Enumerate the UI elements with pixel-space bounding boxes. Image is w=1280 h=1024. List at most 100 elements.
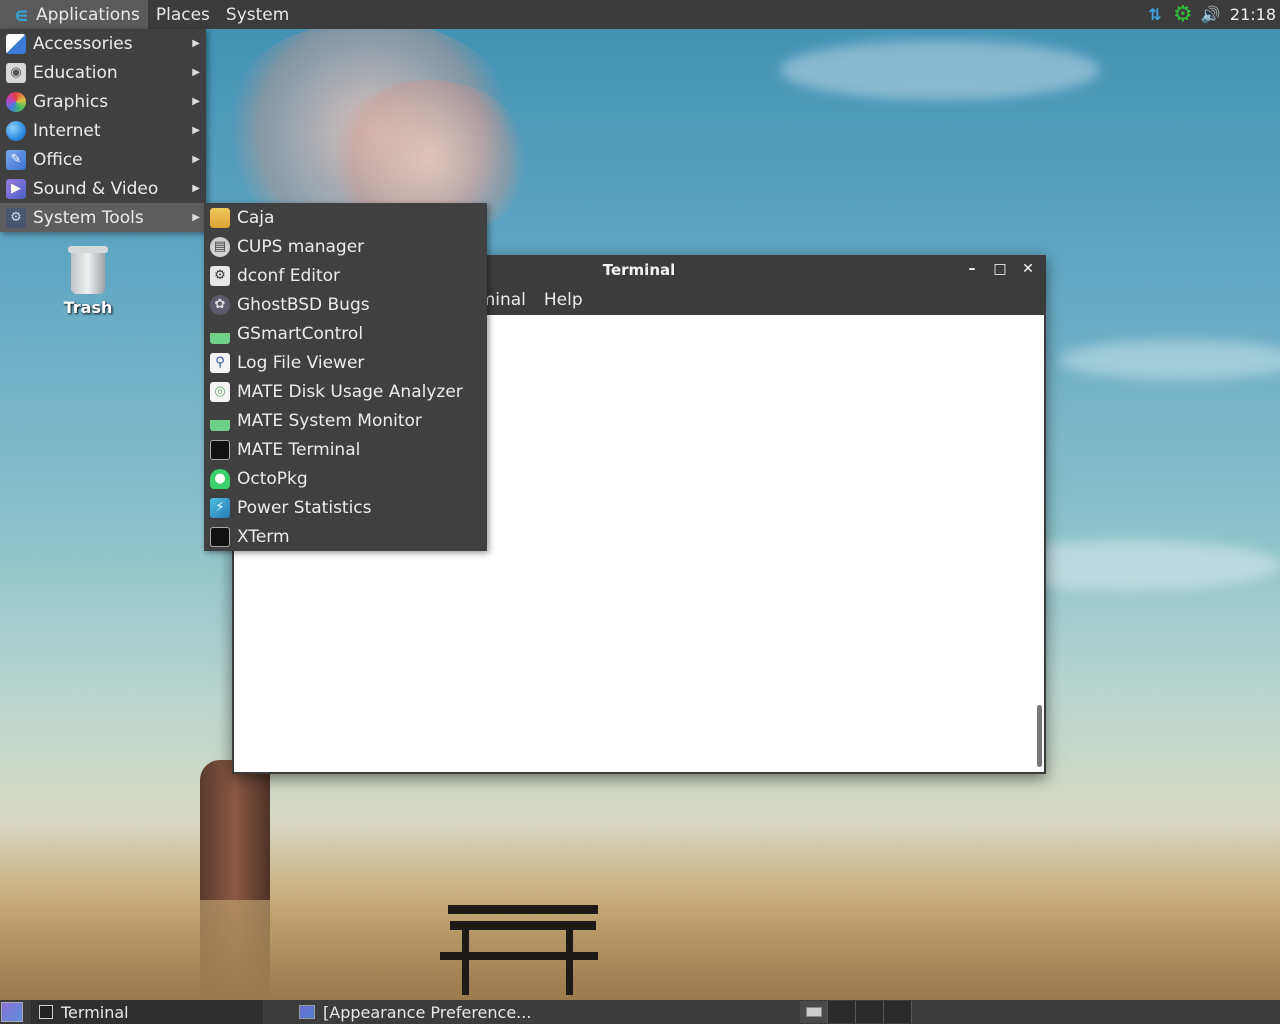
menu-item-label: XTerm bbox=[237, 526, 290, 547]
menu-item-caja[interactable]: Caja bbox=[204, 203, 487, 232]
appearance-icon bbox=[299, 1005, 315, 1019]
graphics-icon bbox=[6, 91, 26, 112]
chevron-right-icon: ▶ bbox=[192, 96, 200, 107]
taskbar-item-appearance[interactable]: [Appearance Preference... bbox=[291, 1000, 551, 1024]
menu-item-mate-system-monitor[interactable]: MATE System Monitor bbox=[204, 406, 487, 435]
printer-icon: ▤ bbox=[210, 236, 230, 257]
accessories-icon bbox=[6, 33, 26, 54]
wallpaper-bench-leg bbox=[566, 925, 573, 995]
maximize-icon[interactable]: □ bbox=[992, 259, 1008, 279]
applications-menu-button[interactable]: ∊ Applications bbox=[0, 0, 148, 29]
workspace-window-thumb bbox=[805, 1007, 822, 1017]
menu-item-label: Sound & Video bbox=[33, 178, 159, 199]
menu-item-label: Caja bbox=[237, 207, 275, 228]
gsmartcontrol-icon bbox=[210, 323, 230, 344]
log-viewer-icon: ⚲ bbox=[210, 352, 230, 373]
ghostbsd-logo-icon: ∊ bbox=[14, 2, 29, 27]
menu-item-graphics[interactable]: Graphics ▶ bbox=[0, 87, 206, 116]
menu-item-mate-disk-usage-analyzer[interactable]: ◎ MATE Disk Usage Analyzer bbox=[204, 377, 487, 406]
menu-item-octopkg[interactable]: ● OctoPkg bbox=[204, 464, 487, 493]
chevron-right-icon: ▶ bbox=[192, 183, 200, 194]
menu-item-label: Office bbox=[33, 149, 83, 170]
menu-item-ghostbsd-bugs[interactable]: ✿ GhostBSD Bugs bbox=[204, 290, 487, 319]
clock[interactable]: 21:18 bbox=[1230, 5, 1276, 24]
applications-label: Applications bbox=[36, 4, 140, 25]
workspace-switcher bbox=[800, 1001, 912, 1023]
menu-item-label: System Tools bbox=[33, 207, 144, 228]
folder-icon bbox=[210, 207, 230, 228]
chevron-right-icon: ▶ bbox=[192, 125, 200, 136]
terminal-scrollbar[interactable] bbox=[1037, 705, 1042, 767]
system-menu-button[interactable]: System bbox=[218, 0, 297, 29]
show-desktop-icon[interactable] bbox=[1, 1002, 23, 1022]
bottom-panel: Terminal [Appearance Preference... bbox=[0, 1000, 1280, 1024]
education-icon: ◉ bbox=[6, 62, 26, 83]
chevron-right-icon: ▶ bbox=[192, 38, 200, 49]
workspace-1[interactable] bbox=[800, 1001, 828, 1023]
menu-item-office[interactable]: ✎ Office ▶ bbox=[0, 145, 206, 174]
bugs-icon: ✿ bbox=[210, 294, 230, 315]
menu-item-label: MATE Disk Usage Analyzer bbox=[237, 381, 463, 402]
menu-item-log-file-viewer[interactable]: ⚲ Log File Viewer bbox=[204, 348, 487, 377]
menu-item-label: Education bbox=[33, 62, 118, 83]
menu-item-internet[interactable]: Internet ▶ bbox=[0, 116, 206, 145]
octopkg-icon: ● bbox=[210, 468, 230, 489]
menu-item-label: CUPS manager bbox=[237, 236, 365, 257]
menu-item-dconf-editor[interactable]: ⚙ dconf Editor bbox=[204, 261, 487, 290]
menu-item-power-statistics[interactable]: ⚡ Power Statistics bbox=[204, 493, 487, 522]
update-gear-icon[interactable]: ⚙ bbox=[1172, 2, 1194, 27]
internet-icon bbox=[6, 120, 26, 141]
menu-item-label: Internet bbox=[33, 120, 101, 141]
power-stats-icon: ⚡ bbox=[210, 497, 230, 518]
menu-item-label: Accessories bbox=[33, 33, 133, 54]
menu-item-label: Power Statistics bbox=[237, 497, 372, 518]
top-panel: ∊ Applications Places System ⇅ ⚙ 🔊 21:18 bbox=[0, 0, 1280, 29]
trash-desktop-icon[interactable]: Trash bbox=[60, 246, 116, 317]
window-title: Terminal bbox=[602, 261, 676, 279]
menu-item-xterm[interactable]: XTerm bbox=[204, 522, 487, 551]
xterm-icon bbox=[210, 526, 230, 547]
menu-item-label: dconf Editor bbox=[237, 265, 341, 286]
menu-item-cups-manager[interactable]: ▤ CUPS manager bbox=[204, 232, 487, 261]
network-icon[interactable]: ⇅ bbox=[1144, 4, 1166, 26]
wallpaper-bench bbox=[448, 905, 598, 914]
minimize-icon[interactable]: – bbox=[964, 259, 980, 279]
close-icon[interactable]: ✕ bbox=[1020, 259, 1036, 279]
menu-item-label: OctoPkg bbox=[237, 468, 308, 489]
applications-menu: Accessories ▶ ◉ Education ▶ Graphics ▶ I… bbox=[0, 29, 206, 232]
system-tools-submenu: Caja ▤ CUPS manager ⚙ dconf Editor ✿ Gho… bbox=[204, 203, 487, 551]
workspace-2[interactable] bbox=[828, 1001, 856, 1023]
menu-item-education[interactable]: ◉ Education ▶ bbox=[0, 58, 206, 87]
wallpaper-cloud bbox=[780, 40, 1100, 100]
office-icon: ✎ bbox=[6, 149, 26, 170]
terminal-icon bbox=[39, 1005, 53, 1019]
places-menu-button[interactable]: Places bbox=[148, 0, 218, 29]
taskbar-item-terminal[interactable]: Terminal bbox=[31, 1000, 263, 1024]
menu-item-label: Log File Viewer bbox=[237, 352, 365, 373]
system-tray: ⇅ ⚙ 🔊 21:18 bbox=[1144, 0, 1280, 29]
menu-item-mate-terminal[interactable]: MATE Terminal bbox=[204, 435, 487, 464]
menu-item-system-tools[interactable]: ⚙ System Tools ▶ bbox=[0, 203, 206, 232]
window-controls: – □ ✕ bbox=[964, 259, 1036, 279]
menu-item-label: GSmartControl bbox=[237, 323, 364, 344]
wallpaper-bench-leg bbox=[462, 925, 469, 995]
chevron-right-icon: ▶ bbox=[192, 212, 200, 223]
menu-item-gsmartcontrol[interactable]: GSmartControl bbox=[204, 319, 487, 348]
wallpaper-ground bbox=[0, 900, 1280, 1000]
menu-item-label: Graphics bbox=[33, 91, 109, 112]
menu-item-accessories[interactable]: Accessories ▶ bbox=[0, 29, 206, 58]
menu-help[interactable]: Help bbox=[544, 290, 583, 310]
menu-item-label: MATE Terminal bbox=[237, 439, 361, 460]
menu-item-label: MATE System Monitor bbox=[237, 410, 422, 431]
menu-item-sound-video[interactable]: ▶ Sound & Video ▶ bbox=[0, 174, 206, 203]
taskbar-item-label: Terminal bbox=[61, 1002, 129, 1022]
trash-icon bbox=[68, 246, 108, 294]
volume-icon[interactable]: 🔊 bbox=[1200, 4, 1222, 26]
terminal-icon bbox=[210, 439, 230, 460]
chevron-right-icon: ▶ bbox=[192, 154, 200, 165]
workspace-3[interactable] bbox=[856, 1001, 884, 1023]
workspace-4[interactable] bbox=[884, 1001, 912, 1023]
system-tools-icon: ⚙ bbox=[6, 207, 26, 228]
sound-video-icon: ▶ bbox=[6, 178, 26, 199]
disk-usage-icon: ◎ bbox=[210, 381, 230, 402]
